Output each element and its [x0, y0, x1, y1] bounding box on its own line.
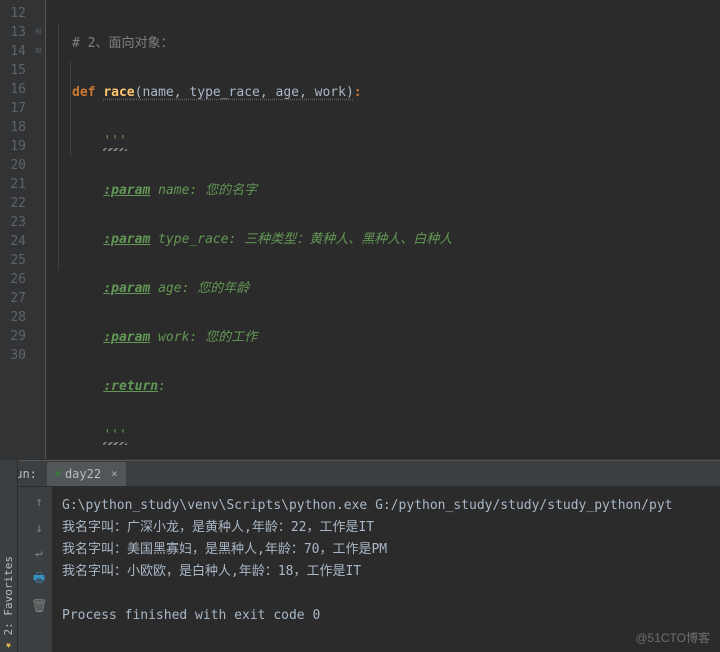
- soft-wrap-icon[interactable]: ↩: [30, 545, 48, 563]
- run-header: Run: ◆ day22 ×: [0, 461, 720, 487]
- fold-gutter[interactable]: ⊟⊟: [32, 0, 46, 459]
- indent-guides: [46, 0, 72, 459]
- print-icon[interactable]: 🖶: [30, 571, 48, 589]
- run-tool-window: Run: ◆ day22 × ▶ ■ ⏸ ▦ ✖ ? ↑ ↓: [0, 460, 720, 652]
- side-tool-strip[interactable]: ★2: Favorites: [0, 460, 18, 652]
- line-number-gutter: 121314 151617 181920 212223 242526 27282…: [0, 0, 32, 459]
- close-icon[interactable]: ×: [111, 467, 118, 480]
- run-toolbar-left2: ↑ ↓ ↩ 🖶 🗑: [26, 487, 52, 652]
- up-icon[interactable]: ↑: [30, 493, 48, 511]
- favorites-star-icon: ★: [2, 639, 15, 652]
- run-tab-title: day22: [65, 467, 101, 481]
- python-icon: ◆: [55, 468, 61, 479]
- code-content[interactable]: # 2、面向对象： def race(name, type_race, age,…: [72, 0, 720, 459]
- run-tab[interactable]: ◆ day22 ×: [47, 462, 126, 486]
- watermark: @51CTO博客: [635, 629, 710, 646]
- code-editor[interactable]: 121314 151617 181920 212223 242526 27282…: [0, 0, 720, 460]
- trash-icon[interactable]: 🗑: [30, 597, 48, 615]
- down-icon[interactable]: ↓: [30, 519, 48, 537]
- code-comment: # 2、面向对象：: [72, 36, 173, 51]
- console-output[interactable]: G:\python_study\venv\Scripts\python.exe …: [52, 487, 720, 652]
